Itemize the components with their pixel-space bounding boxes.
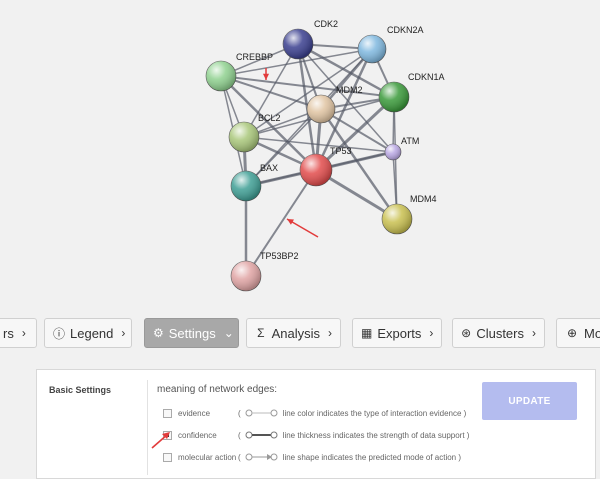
edge-option-description: line color indicates the type of interac…	[282, 408, 462, 418]
node-label: MDM4	[410, 194, 437, 204]
table-icon: ▦	[361, 326, 373, 340]
node-bax[interactable]: BAX	[230, 163, 278, 202]
tab-exports[interactable]: ▦ Exports ›	[352, 318, 442, 348]
node-cdkn2a[interactable]: CDKN2A	[357, 25, 424, 64]
node-label: CREBBP	[236, 52, 273, 62]
edge-option-label: molecular action	[178, 452, 237, 462]
node-mdm4[interactable]: MDM4	[381, 194, 437, 235]
evidence-checkbox[interactable]	[163, 408, 172, 418]
tab-clusters-label: Clusters	[476, 325, 524, 341]
node-crebbp[interactable]: CREBBP	[205, 52, 273, 92]
tab-analysis-label: Analysis	[271, 325, 320, 341]
node-tp53[interactable]: TP53	[299, 146, 352, 187]
gear-icon: ⚙	[153, 326, 164, 340]
sigma-icon: Σ	[257, 326, 265, 340]
chevron-right-icon: ›	[21, 326, 26, 340]
paren-open: (	[238, 430, 241, 440]
line-shape-icon	[245, 453, 278, 461]
basic-settings-title: Basic Settings	[49, 385, 112, 395]
edge-option-confidence[interactable]: confidence ( line thickness indicates th…	[163, 429, 469, 441]
edge-mdm2-mdm4[interactable]	[319, 108, 399, 220]
chevron-right-icon: ›	[429, 326, 434, 340]
paren-close: )	[464, 430, 470, 440]
node-cdk2[interactable]: CDK2	[282, 19, 338, 60]
tab-settings-label: Settings	[168, 325, 216, 341]
node-label: CDK2	[314, 19, 338, 29]
node-label: ATM	[401, 136, 419, 146]
node-label: CDKN2A	[387, 25, 424, 35]
node-atm[interactable]: ATM	[384, 136, 419, 161]
node-tp53bp2[interactable]: TP53BP2	[230, 251, 299, 292]
chevron-down-icon: ⌄	[223, 326, 234, 340]
chevron-right-icon: ›	[328, 326, 332, 340]
paren-close: )	[456, 452, 462, 462]
protein-network-graph[interactable]: CDK2 CDKN2A CREBBP CDKN1A MDM2 BCL2 ATM TP53 BAX…	[0, 0, 600, 310]
node-label: MDM2	[336, 85, 363, 95]
annotation-arrow-crebbp	[262, 68, 270, 80]
line-color-icon	[245, 409, 278, 417]
node-label: TP53BP2	[260, 251, 299, 261]
tab-clusters[interactable]: ⊛ Clusters ›	[452, 318, 545, 348]
tab-legend-label: Legend	[70, 325, 114, 341]
chevron-right-icon: ›	[532, 326, 536, 340]
network-toolbar: rs › ⓘ Legend › ⚙ Settings ⌄ Σ Analysis …	[0, 318, 600, 350]
edge-option-evidence[interactable]: evidence ( line color indicates the type…	[163, 407, 466, 419]
edge-option-label: evidence	[178, 408, 211, 418]
divider	[147, 380, 148, 475]
tab-settings[interactable]: ⚙ Settings ⌄	[144, 318, 239, 348]
node-label: BCL2	[258, 113, 281, 123]
toolbar-item-label: rs	[3, 325, 14, 341]
node-label: TP53	[330, 146, 352, 156]
cluster-icon: ⊛	[461, 326, 472, 340]
annotation-arrow-edge	[286, 218, 319, 238]
annotation-arrow-confidence	[150, 428, 174, 450]
settings-panel: Basic Settings meaning of network edges:…	[36, 369, 596, 479]
tab-analysis[interactable]: Σ Analysis ›	[246, 318, 341, 348]
node-cdkn1a[interactable]: CDKN1A	[378, 72, 445, 113]
paren-open: (	[238, 408, 241, 418]
edge-option-description: line shape indicates the predicted mode …	[282, 452, 457, 462]
edge-tp53-crebbp[interactable]	[220, 75, 317, 171]
update-button[interactable]: UPDATE	[482, 382, 577, 420]
tab-legend[interactable]: ⓘ Legend ›	[44, 318, 132, 348]
node-label: CDKN1A	[408, 72, 445, 82]
plus-circle-icon: ⊕	[566, 326, 578, 340]
edge-option-label: confidence	[178, 430, 217, 440]
line-thickness-icon	[245, 431, 278, 439]
paren-close: )	[461, 408, 467, 418]
edges-heading: meaning of network edges:	[157, 384, 278, 395]
edge-option-molecular-action[interactable]: molecular action ( line shape indicates …	[163, 451, 461, 463]
tab-more[interactable]: ⊕ Mor	[556, 318, 600, 348]
edge-option-description: line thickness indicates the strength of…	[282, 430, 465, 440]
chevron-right-icon: ›	[121, 326, 126, 340]
paren-open: (	[238, 452, 241, 462]
molecular-action-checkbox[interactable]	[163, 452, 172, 462]
node-label: BAX	[260, 163, 278, 173]
info-icon: ⓘ	[53, 326, 66, 341]
tab-more-label: Mor	[584, 325, 600, 341]
tab-exports-label: Exports	[377, 325, 422, 341]
toolbar-item-partial[interactable]: rs ›	[0, 318, 37, 348]
